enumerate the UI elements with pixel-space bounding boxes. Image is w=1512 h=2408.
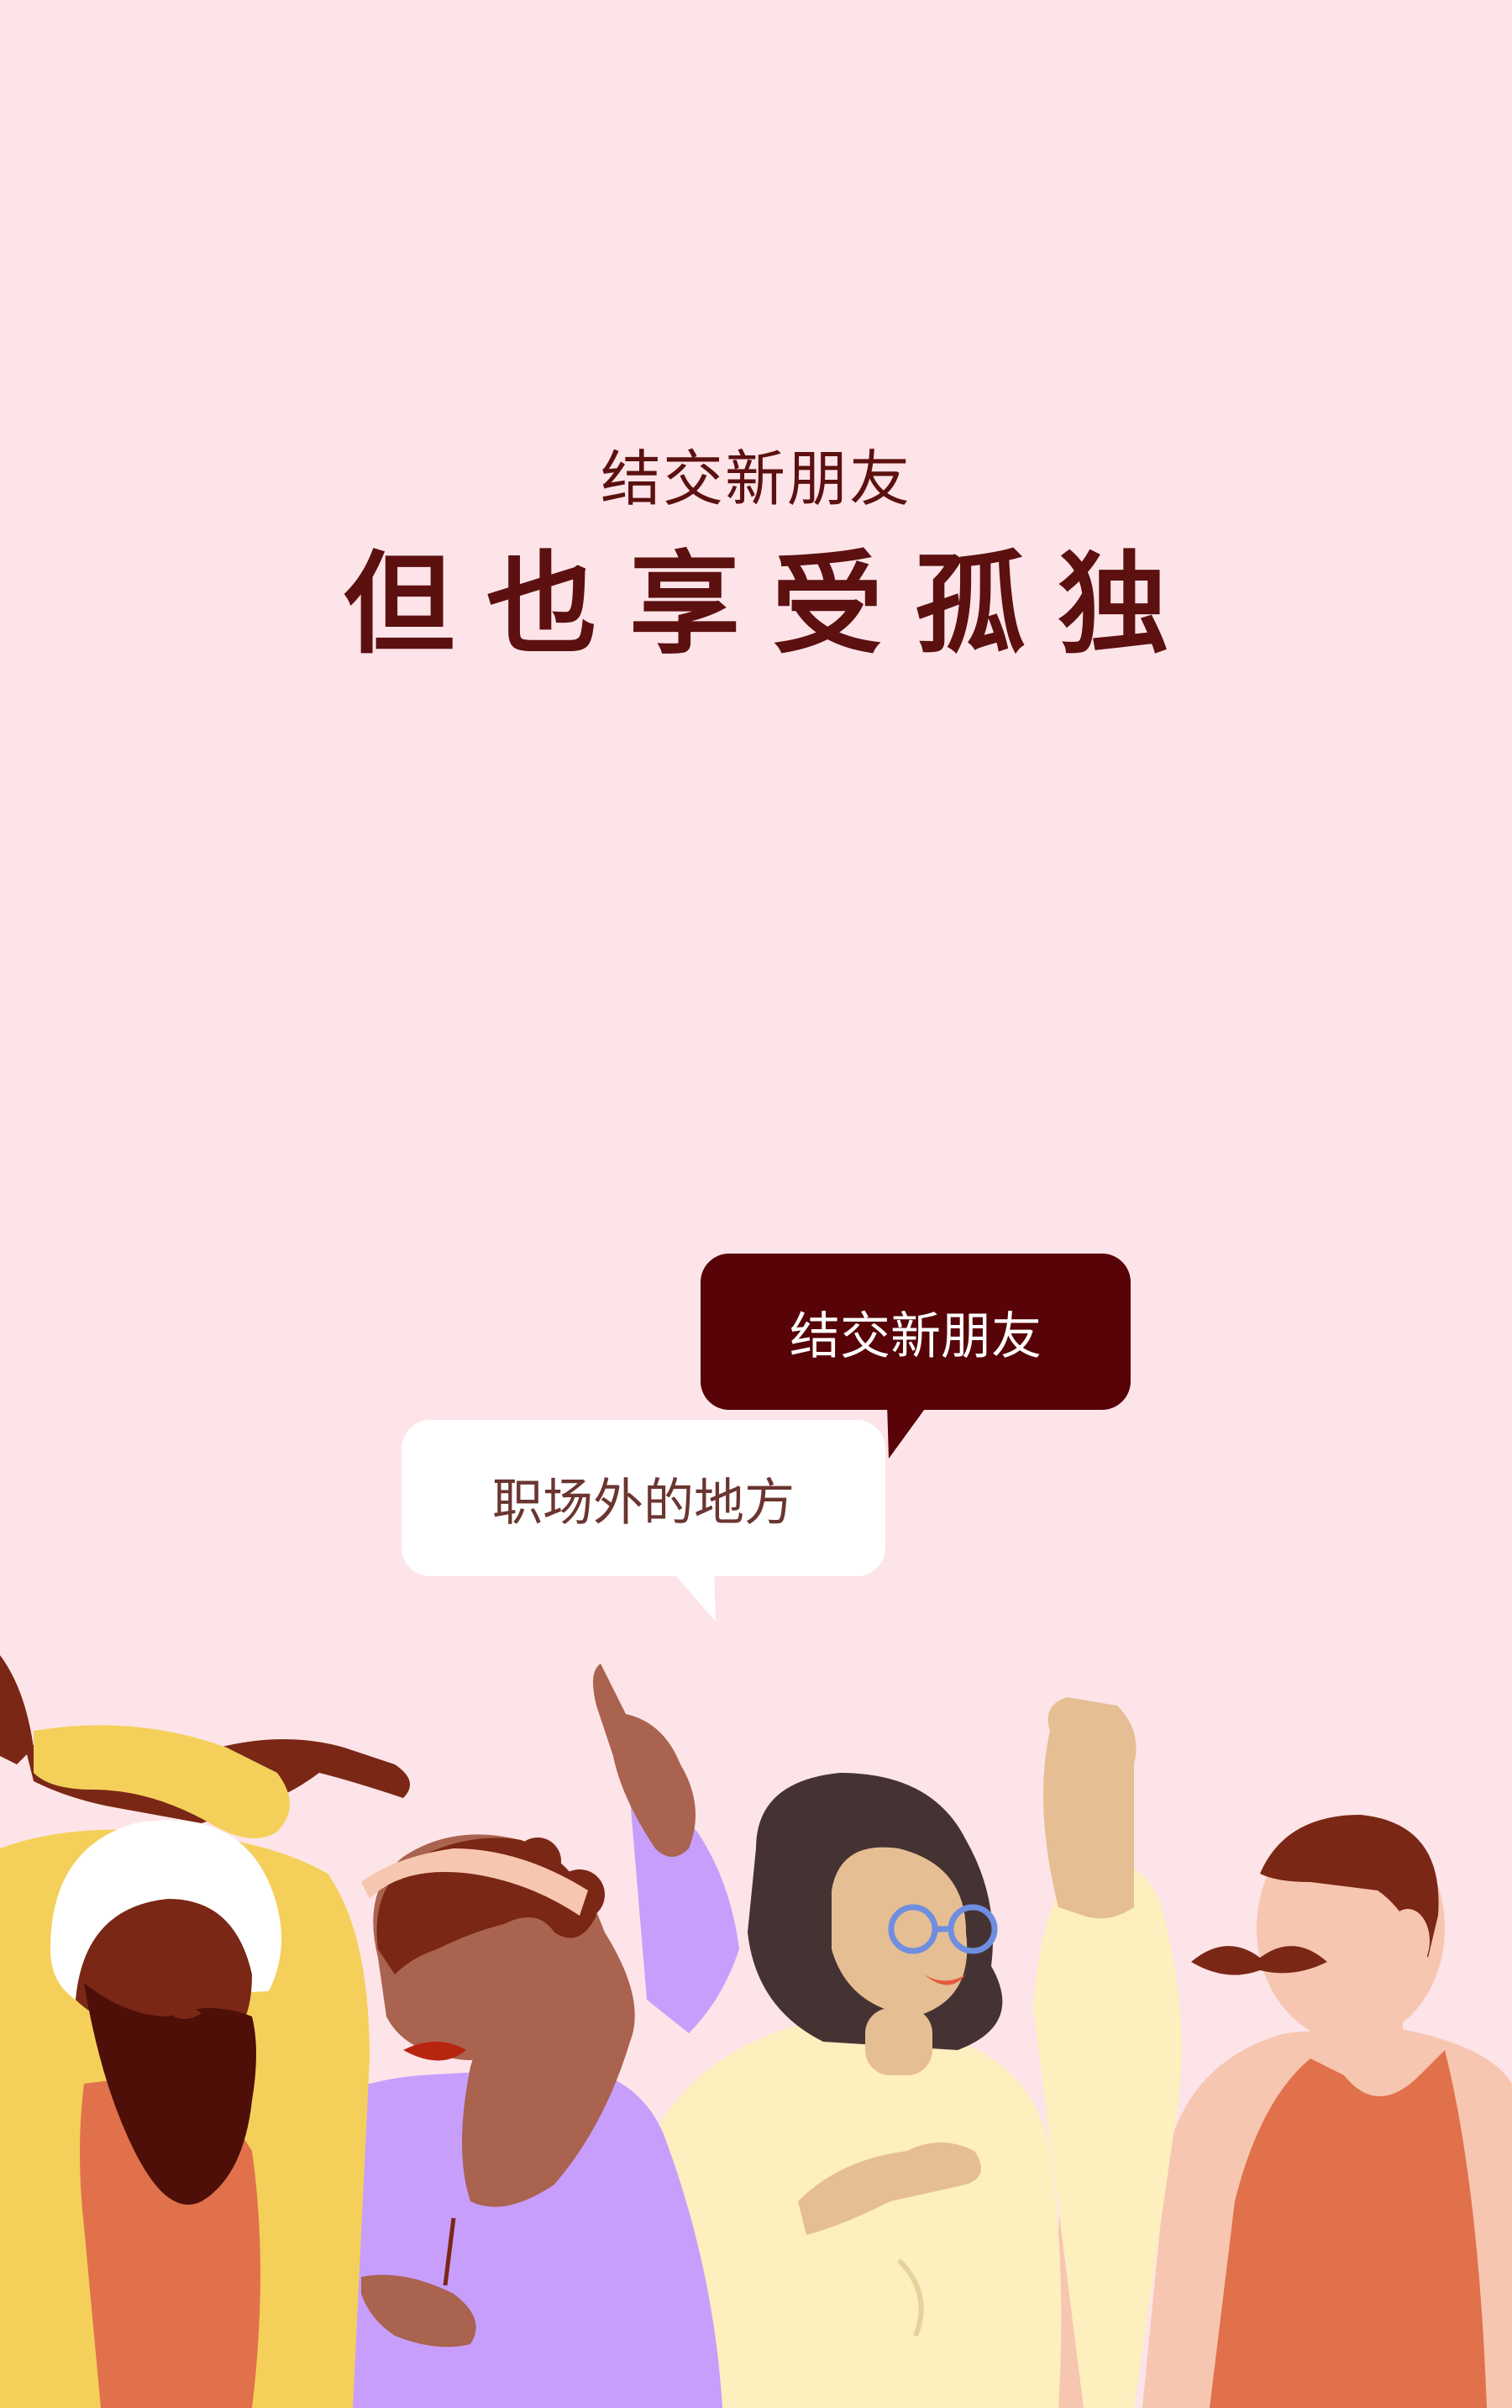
onboarding-screen: 结交新朋友 但也享受孤独 结交新朋友 职场外的地方: [0, 0, 1512, 2408]
people-illustration: [0, 1403, 1512, 2408]
dark-bubble-text: 结交新朋友: [790, 1307, 1042, 1366]
dark-speech-bubble: 结交新朋友: [701, 1254, 1131, 1410]
light-speech-bubble: 职场外的地方: [402, 1420, 885, 1576]
person-turban: [0, 1655, 410, 2408]
dark-bubble-tail: [887, 1403, 929, 1459]
light-bubble-tail: [670, 1569, 716, 1622]
light-bubble-text: 职场外的地方: [492, 1473, 795, 1533]
